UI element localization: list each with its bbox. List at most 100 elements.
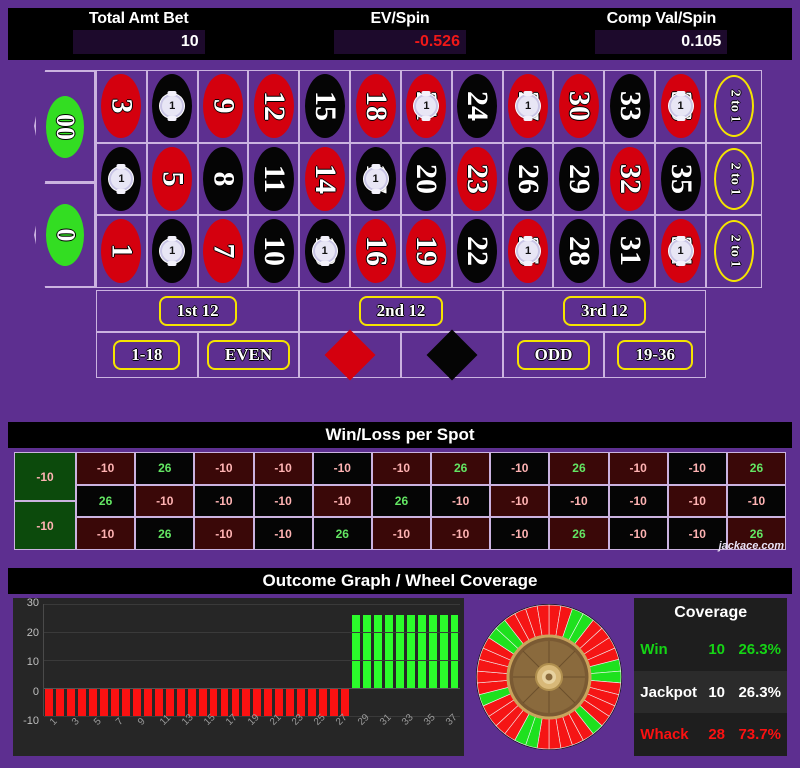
pocket-oval: 11	[253, 146, 294, 211]
chart-x-tick: 15	[197, 712, 218, 752]
zero-pocket-0[interactable]: 0	[34, 182, 96, 288]
number-cell-16[interactable]: 16	[350, 215, 401, 288]
bet-chip[interactable]: 1	[516, 239, 541, 264]
number-cell-35[interactable]: 35	[655, 142, 706, 216]
number-cell-23[interactable]: 23	[451, 142, 503, 216]
number-cell-18[interactable]: 18	[350, 70, 401, 143]
win-loss-cell: -10	[371, 517, 432, 551]
bet-chip[interactable]: 1	[414, 94, 439, 119]
number-cell-1[interactable]: 1	[96, 215, 147, 288]
column-bet-2[interactable]: 2 to 1	[706, 142, 762, 216]
bet-chip[interactable]: 1	[160, 239, 185, 264]
number-cell-24[interactable]: 24	[451, 70, 503, 143]
chart-bar	[330, 688, 338, 716]
number-cell-8[interactable]: 8	[197, 142, 249, 216]
outside-bet-1-18[interactable]: 1-18	[96, 332, 198, 378]
number-cell-11[interactable]: 11	[248, 142, 300, 216]
number-cell-30[interactable]: 30	[553, 70, 605, 143]
number-cell-27[interactable]: 271	[502, 70, 554, 143]
watermark: jackace.com	[718, 540, 784, 552]
column-bet-oval: 2 to 1	[714, 147, 754, 210]
outside-bets: 1-18 EVEN ODD 19-36	[96, 329, 707, 381]
outside-bet-black[interactable]	[401, 329, 503, 381]
dozen-bet-3rd-12[interactable]: 3rd 12	[502, 290, 706, 332]
outcome-graph-panel: Outcome Graph / Wheel Coverage 30 20 10 0 -1…	[8, 568, 792, 760]
outside-bet-label: ODD	[516, 340, 591, 370]
bet-chip[interactable]: 1	[363, 166, 388, 191]
number-cell-20[interactable]: 20	[400, 142, 452, 216]
number-cell-26[interactable]: 26	[502, 142, 554, 216]
win-loss-value: -10	[688, 526, 706, 541]
number-cell-4[interactable]: 41	[146, 215, 198, 288]
red-diamond-icon	[324, 329, 376, 381]
win-loss-value: -10	[392, 526, 411, 541]
pocket-number: 5	[156, 171, 190, 187]
number-cell-10[interactable]: 10	[248, 215, 300, 288]
bet-chip[interactable]: 1	[109, 166, 134, 191]
dozen-label: 2nd 12	[358, 296, 444, 326]
win-loss-value: -10	[96, 461, 115, 476]
number-cell-32[interactable]: 32	[604, 142, 656, 216]
win-loss-value: 26	[158, 461, 172, 476]
number-cell-13[interactable]: 131	[299, 215, 351, 288]
number-cell-19[interactable]: 19	[400, 215, 452, 288]
pocket-oval: 35	[660, 146, 701, 211]
number-cell-14[interactable]: 14	[299, 142, 351, 216]
number-cell-12[interactable]: 12	[248, 70, 300, 143]
win-loss-cell: -10	[726, 484, 787, 518]
roulette-wheel-icon	[476, 604, 623, 750]
number-cell-7[interactable]: 7	[197, 215, 249, 288]
chart-bar	[89, 688, 97, 716]
number-cell-21[interactable]: 211	[400, 70, 452, 143]
win-loss-value: 26	[335, 526, 349, 541]
bet-chip[interactable]: 1	[668, 239, 693, 264]
chart-x-tick: 33	[395, 712, 416, 752]
column-bet-1[interactable]: 2 to 1	[706, 70, 762, 143]
bet-chip[interactable]: 1	[516, 94, 541, 119]
number-cell-31[interactable]: 31	[604, 215, 656, 288]
stat-value: 0.105	[681, 33, 722, 50]
number-cell-36[interactable]: 361	[655, 70, 706, 143]
zero-pocket-00[interactable]: 00	[34, 70, 96, 182]
outside-bet-red[interactable]	[299, 329, 402, 381]
number-cell-22[interactable]: 22	[451, 215, 503, 288]
outside-bet-even[interactable]: EVEN	[197, 332, 300, 378]
column-bet-3[interactable]: 2 to 1	[706, 215, 762, 288]
bet-chip[interactable]: 1	[312, 239, 337, 264]
chart-bar	[121, 688, 130, 716]
dozen-bet-1st-12[interactable]: 1st 12	[96, 290, 300, 332]
win-loss-row: 26 -10 -10 -10 -10 26 -10 -10 -10 -10 -10 -10	[76, 484, 787, 518]
number-cell-25[interactable]: 251	[502, 215, 554, 288]
bet-chip[interactable]: 1	[668, 94, 693, 119]
chart-x-tick	[142, 718, 153, 752]
pocket-number: 28	[562, 236, 596, 267]
win-loss-value: -10	[451, 526, 470, 541]
number-cell-17[interactable]: 171	[350, 142, 401, 216]
number-cell-34[interactable]: 341	[655, 215, 706, 288]
number-cell-3[interactable]: 3	[96, 70, 147, 143]
chart-x-tick: 7	[109, 716, 126, 752]
outside-bet-19-36[interactable]: 19-36	[604, 332, 707, 378]
pocket-number: 9	[207, 98, 241, 114]
number-cell-5[interactable]: 5	[146, 142, 198, 216]
pocket-number: 32	[613, 163, 647, 194]
number-cell-33[interactable]: 33	[604, 70, 656, 143]
chart-x-tick: 17	[219, 712, 240, 752]
win-loss-value: -10	[511, 461, 529, 476]
number-cell-29[interactable]: 29	[553, 142, 605, 216]
chart-x-tick	[318, 718, 329, 752]
number-cell-28[interactable]: 28	[553, 215, 605, 288]
chart-bar	[187, 688, 196, 716]
outside-bet-odd[interactable]: ODD	[502, 332, 605, 378]
number-cell-15[interactable]: 15	[299, 70, 351, 143]
chart-x-tick	[362, 718, 373, 752]
bet-chip[interactable]: 1	[160, 94, 185, 119]
number-cell-9[interactable]: 9	[197, 70, 249, 143]
outside-bet-label: EVEN	[206, 340, 291, 370]
pocket-oval: 12	[253, 74, 294, 139]
chart-x-tick: 31	[373, 712, 394, 752]
number-cell-2[interactable]: 21	[96, 142, 147, 216]
number-cell-6[interactable]: 61	[146, 70, 198, 143]
chart-x-tick: 3	[65, 716, 82, 752]
dozen-bet-2nd-12[interactable]: 2nd 12	[299, 290, 503, 332]
